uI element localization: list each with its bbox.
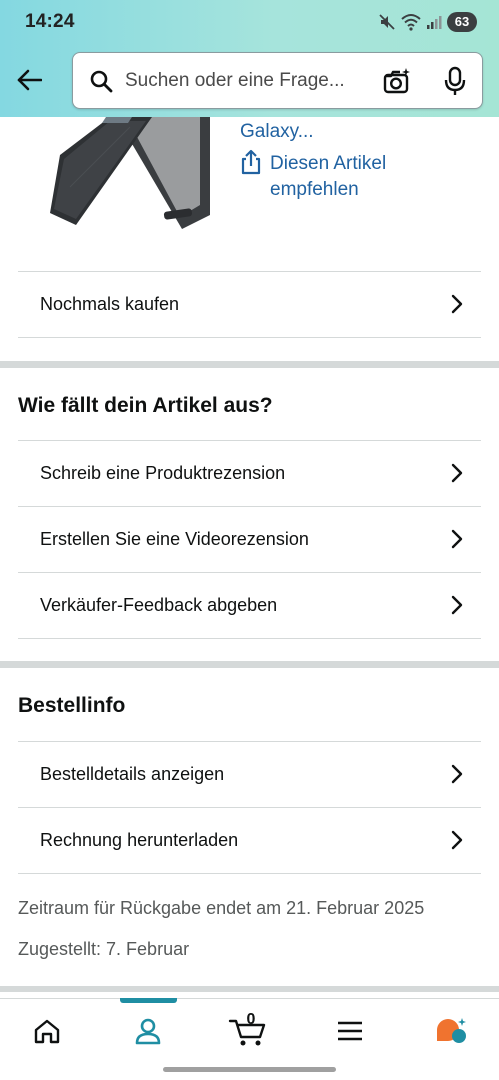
review-section-title: Wie fällt dein Artikel aus?: [18, 394, 273, 417]
share-label: Diesen Artikel empfehlen: [270, 153, 387, 200]
account-icon: [135, 1018, 161, 1045]
write-review-row[interactable]: Schreib eine Produktrezension: [18, 440, 481, 506]
divider: [18, 873, 481, 874]
buy-again-row[interactable]: Nochmals kaufen: [18, 271, 481, 337]
divider: [18, 337, 481, 338]
divider: [18, 638, 481, 639]
section-divider: [0, 661, 499, 668]
arrow-left-icon: [17, 69, 42, 91]
wifi-icon: [401, 14, 421, 31]
share-icon: [241, 149, 261, 175]
video-review-label: Erstellen Sie eine Videorezension: [40, 529, 309, 549]
active-tab-indicator: [120, 998, 177, 1003]
search-icon: [90, 70, 113, 93]
search-bar[interactable]: [72, 52, 483, 109]
section-divider: [0, 361, 499, 368]
chevron-right-icon: [451, 830, 463, 850]
gesture-bar: [163, 1067, 336, 1072]
delivered-date-text: Zugestellt: 7. Februar: [18, 939, 190, 959]
write-review-label: Schreib eine Produktrezension: [40, 463, 286, 483]
search-input[interactable]: [125, 65, 381, 97]
nav-account[interactable]: [118, 1013, 178, 1049]
chevron-right-icon: [451, 463, 463, 483]
download-invoice-label: Rechnung herunterladen: [40, 830, 239, 850]
rufus-assistant-icon: [437, 1018, 466, 1043]
download-invoice-row[interactable]: Rechnung herunterladen: [18, 807, 481, 873]
seller-feedback-row[interactable]: Verkäufer-Feedback abgeben: [18, 572, 481, 638]
app-header: 14:24 63: [0, 0, 499, 117]
order-details-label: Bestelldetails anzeigen: [40, 764, 225, 784]
cart-count: 0: [246, 1011, 256, 1028]
section-divider: [0, 986, 499, 992]
seller-feedback-label: Verkäufer-Feedback abgeben: [40, 595, 278, 615]
status-bar: 14:24 63: [0, 0, 499, 44]
chevron-right-icon: [451, 294, 463, 314]
video-review-row[interactable]: Erstellen Sie eine Videorezension: [18, 506, 481, 572]
chevron-right-icon: [451, 595, 463, 615]
chevron-right-icon: [451, 764, 463, 784]
signal-icon: [427, 16, 442, 29]
battery-indicator: 63: [447, 12, 477, 32]
product-summary: Galaxy... Diesen Artikel empfehlen: [0, 117, 499, 272]
mute-icon: [379, 14, 395, 30]
nav-assistant[interactable]: [422, 1013, 482, 1049]
product-title[interactable]: Galaxy...: [240, 121, 314, 143]
status-icons: 63: [378, 12, 477, 32]
chevron-right-icon: [451, 529, 463, 549]
return-window-text: Zeitraum für Rückgabe endet am 21. Febru…: [18, 898, 425, 918]
nav-menu[interactable]: [320, 1013, 380, 1049]
back-button[interactable]: [14, 65, 44, 95]
buy-again-label: Nochmals kaufen: [40, 294, 180, 314]
order-details-row[interactable]: Bestelldetails anzeigen: [18, 741, 481, 807]
nav-cart[interactable]: 0: [218, 1011, 278, 1049]
order-info-title: Bestellinfo: [18, 694, 126, 717]
nav-home[interactable]: [17, 1013, 77, 1049]
home-icon: [34, 1019, 60, 1044]
camera-search-icon[interactable]: [382, 67, 412, 95]
status-time: 14:24: [25, 11, 75, 32]
bottom-navigation: 0: [0, 998, 499, 1080]
product-image[interactable]: [40, 117, 210, 232]
share-product-link[interactable]: Diesen Artikel empfehlen: [240, 149, 440, 203]
microphone-icon[interactable]: [443, 66, 467, 96]
menu-icon: [338, 1021, 362, 1041]
